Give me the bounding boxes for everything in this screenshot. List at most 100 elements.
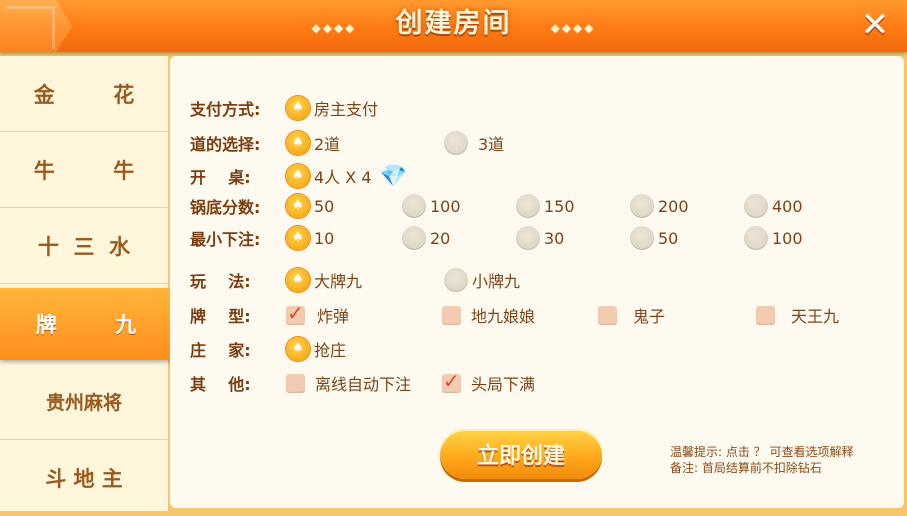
option-label: 100 [430,196,461,216]
lanes-option-3[interactable]: 3道 [444,128,504,158]
option-label: 50 [314,196,335,216]
option-label: 抢庄 [314,341,347,360]
close-icon[interactable]: ✕ [855,6,895,46]
sidebar-item-shisanshui[interactable]: 十 三 水 [0,208,168,284]
card-type-option-dijiu[interactable]: 地九娘娘 [442,300,535,330]
page-title: 创建房间 [395,8,512,39]
sidebar-item-niuniu[interactable]: 牛 牛 [0,132,168,208]
radio-unselected[interactable] [402,226,426,250]
option-label: 100 [772,228,803,248]
mode-option-big[interactable]: 大牌九 [286,265,362,295]
base-score-option-150[interactable]: 150 [516,191,575,221]
radio-unselected[interactable] [744,194,768,218]
title-deco-left: ◆◆◆◆ [311,20,357,35]
option-label: 房主支付 [314,100,379,119]
checkbox-checked[interactable] [286,301,305,325]
create-room-button[interactable]: 立即创建 [440,429,602,479]
radio-unselected[interactable] [630,226,654,250]
sidebar-item-label: 贵州麻将 [45,392,122,414]
option-label: 200 [658,196,689,216]
radio-unselected[interactable] [444,268,468,292]
sidebar-item-label: 斗 地 主 [45,467,123,491]
radio-unselected[interactable] [630,194,654,218]
option-label: 30 [544,228,565,248]
option-label: 鬼子 [633,307,666,326]
base-score-option-100[interactable]: 100 [402,191,461,221]
sidebar-item-paijiu[interactable]: 牌 九 [0,288,172,360]
other-option-auto-bet[interactable]: 离线自动下注 [286,368,411,398]
lanes-option-2[interactable]: 2道 [286,128,340,158]
other-option-first-full[interactable]: 头局下满 [442,368,535,398]
checkbox-unchecked[interactable] [286,373,305,393]
sidebar-item-label: 金 花 [33,82,135,107]
sidebar-item-doudizhu[interactable]: 斗 地 主 [0,440,168,516]
hint-text: 温馨提示: 点击 ？ 可查看选项解释 备注: 首局结算前不扣除钻石 [670,444,854,476]
radio-selected[interactable] [286,194,310,218]
checkbox-unchecked[interactable] [598,305,617,325]
radio-selected[interactable] [286,337,310,361]
option-label: 天王九 [791,307,840,326]
sidebar-item-label: 牌 九 [35,313,137,337]
sidebar-item-label: 十 三 水 [37,234,131,259]
table-label: 开 桌: [190,168,251,187]
banker-label: 庄 家: [190,341,251,360]
header-bar: ◆◆◆◆ 创建房间 ◆◆◆◆ ✕ [0,0,907,52]
min-bet-label: 最小下注: [190,230,261,249]
card-type-option-guizi[interactable]: 鬼子 [598,300,665,330]
table-option-4x4[interactable]: 4人 X 4 💎 [286,161,407,191]
option-label: 10 [314,228,335,248]
radio-unselected[interactable] [516,194,540,218]
hint-line-2: 备注: 首局结算前不扣除钻石 [670,461,822,475]
option-label: 炸弹 [317,307,350,326]
radio-selected[interactable] [286,226,310,250]
card-type-label: 牌 型: [190,307,251,326]
min-bet-option-20[interactable]: 20 [402,223,450,253]
base-score-label: 锅底分数: [190,198,261,217]
option-label: 离线自动下注 [315,375,412,394]
min-bet-option-50[interactable]: 50 [630,223,678,253]
option-label: 地九娘娘 [471,307,536,326]
payment-option-host[interactable]: 房主支付 [286,93,378,123]
radio-selected[interactable] [286,164,310,188]
min-bet-option-100[interactable]: 100 [744,223,803,253]
min-bet-option-30[interactable]: 30 [516,223,564,253]
radio-unselected[interactable] [444,131,468,155]
radio-unselected[interactable] [744,226,768,250]
radio-unselected[interactable] [516,226,540,250]
sidebar-item-jinhua[interactable]: 金 花 [0,56,168,132]
banker-option-grab[interactable]: 抢庄 [286,334,346,364]
card-type-option-tianwang[interactable]: 天王九 [756,300,839,330]
checkbox-unchecked[interactable] [442,305,461,325]
title-deco-right: ◆◆◆◆ [550,20,596,35]
game-sidebar: 金 花 牛 牛 十 三 水 牌 九 贵州麻将 斗 地 主 [0,56,172,511]
radio-selected[interactable] [286,96,310,120]
option-label: 2道 [314,135,341,154]
checkbox-checked[interactable] [442,369,461,393]
sidebar-item-label: 牛 牛 [33,158,135,183]
mode-option-small[interactable]: 小牌九 [444,265,520,295]
option-label: 50 [658,228,679,248]
payment-label: 支付方式: [190,100,261,119]
settings-panel: 支付方式: 房主支付 道的选择: 2道 3道 开 桌: 4人 X 4 💎 锅底分… [170,56,904,508]
card-type-option-bomb[interactable]: 炸弹 [286,300,349,330]
base-score-option-50[interactable]: 50 [286,191,334,221]
min-bet-option-10[interactable]: 10 [286,223,334,253]
radio-selected[interactable] [286,131,310,155]
option-label: 20 [430,228,451,248]
base-score-option-400[interactable]: 400 [744,191,803,221]
radio-selected[interactable] [286,268,310,292]
radio-unselected[interactable] [402,194,426,218]
diamond-icon: 💎 [379,163,407,189]
hint-line-1: 温馨提示: 点击 ？ 可查看选项解释 [670,445,854,459]
checkbox-unchecked[interactable] [756,305,775,325]
option-label: 3道 [478,135,505,154]
option-label: 大牌九 [314,272,363,291]
lanes-label: 道的选择: [190,135,261,154]
play-mode-label: 玩 法: [190,272,251,291]
option-label: 150 [544,196,575,216]
option-label: 头局下满 [471,375,536,394]
option-label: 小牌九 [472,272,521,291]
base-score-option-200[interactable]: 200 [630,191,689,221]
sidebar-item-guizhou-mahjong[interactable]: 贵州麻将 [0,364,168,440]
title-wrap: ◆◆◆◆ 创建房间 ◆◆◆◆ [0,4,907,44]
